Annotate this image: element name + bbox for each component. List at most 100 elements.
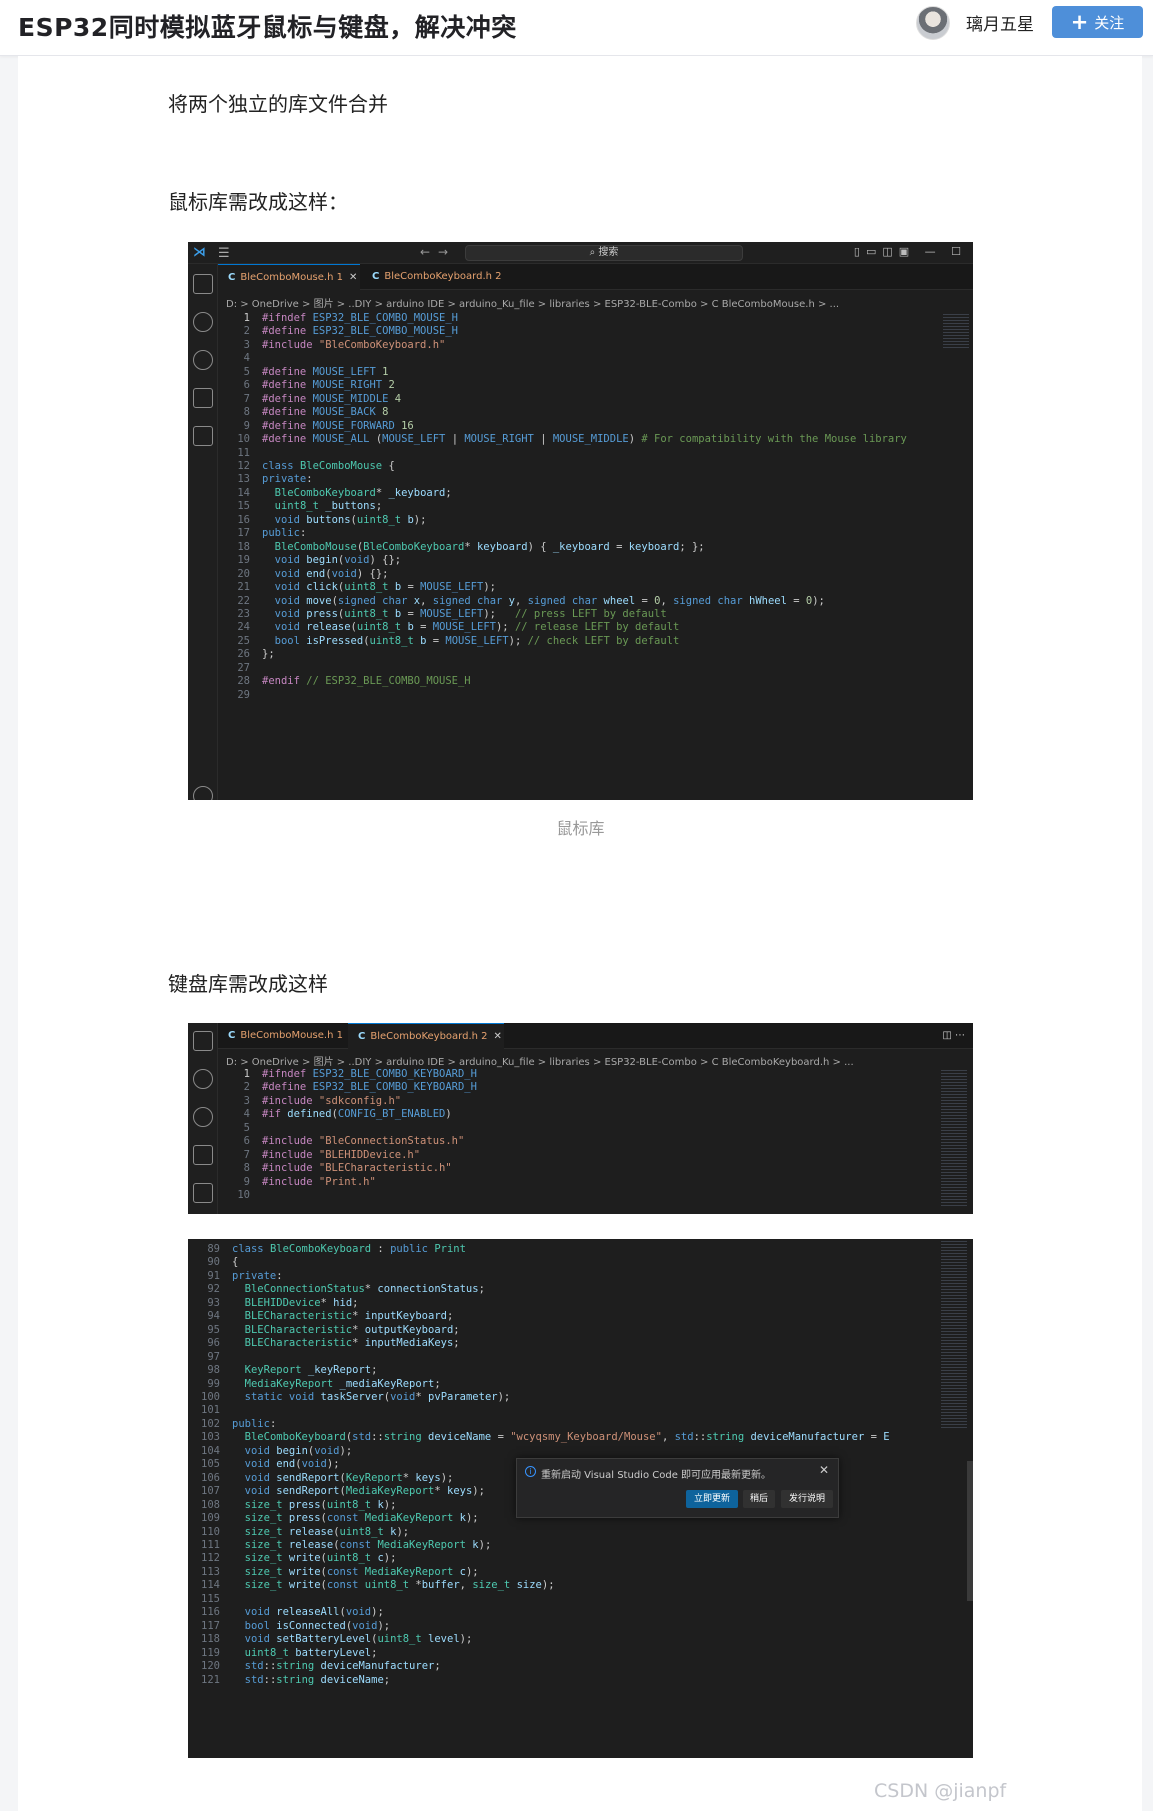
code-line[interactable]: 26}; (218, 648, 973, 661)
code-line[interactable]: 114 size_t write(const uint8_t *buffer, … (188, 1579, 973, 1592)
code-line[interactable]: 18 BleComboMouse(BleComboKeyboard* keybo… (218, 541, 973, 554)
code-line[interactable]: 99 MediaKeyReport _mediaKeyReport; (188, 1378, 973, 1391)
code-line[interactable]: 15 uint8_t _buttons; (218, 500, 973, 513)
scrollbar[interactable] (967, 1461, 973, 1601)
code-line[interactable]: 28 #endif // ESP32_BLE_COMBO_MOUSE_H (218, 675, 973, 688)
code-line[interactable]: 1 #ifndef ESP32_BLE_COMBO_MOUSE_H (218, 312, 973, 325)
code-line[interactable]: 113 size_t write(const MediaKeyReport c)… (188, 1566, 973, 1579)
code-line[interactable]: 16 void buttons(uint8_t b); (218, 514, 973, 527)
command-search-input[interactable]: ⌕ 搜索 (465, 245, 743, 261)
code-line[interactable]: 102 public: (188, 1418, 973, 1431)
nav-arrows-icon[interactable]: ←→ (420, 245, 456, 259)
update-now-button[interactable]: 立即更新 (686, 1490, 738, 1508)
code-line[interactable]: 97 (188, 1351, 973, 1364)
code-line[interactable]: 22 void move(signed char x, signed char … (218, 595, 973, 608)
code-line[interactable]: 7 #include "BLEHIDDevice.h" (218, 1149, 973, 1162)
author-name[interactable]: 璃月五星 (966, 10, 1034, 35)
release-notes-button[interactable]: 发行说明 (781, 1490, 833, 1508)
breadcrumb[interactable]: D: > OneDrive > 图片 > ..DIY > arduino IDE… (226, 295, 839, 310)
code-line[interactable]: 104 void begin(void); (188, 1445, 973, 1458)
author-avatar[interactable] (916, 6, 950, 40)
code-line[interactable]: 27 (218, 662, 973, 675)
window-controls-icon[interactable]: ▯▭◫▣ — ☐ (854, 245, 967, 258)
code-line[interactable]: 13 private: (218, 473, 973, 486)
code-line[interactable]: 8 #include "BLECharacteristic.h" (218, 1162, 973, 1175)
close-icon[interactable]: ✕ (819, 1463, 829, 1477)
code-line[interactable]: 19 void begin(void) {}; (218, 554, 973, 567)
source-control-icon[interactable] (193, 350, 213, 370)
code-line[interactable]: 5 (218, 1122, 973, 1135)
code-line[interactable]: 6 #include "BleConnectionStatus.h" (218, 1135, 973, 1148)
code-line[interactable]: 14 BleComboKeyboard* _keyboard; (218, 487, 973, 500)
code-line[interactable]: 119 uint8_t batteryLevel; (188, 1647, 973, 1660)
code-line[interactable]: 98 KeyReport _keyReport; (188, 1364, 973, 1377)
later-button[interactable]: 稍后 (743, 1490, 775, 1508)
code-line[interactable]: 92 BleConnectionStatus* connectionStatus… (188, 1283, 973, 1296)
code-line[interactable]: 115 (188, 1593, 973, 1606)
run-debug-icon[interactable] (193, 1145, 213, 1165)
code-line[interactable]: 91 private: (188, 1270, 973, 1283)
code-line[interactable]: 11 (218, 447, 973, 460)
breadcrumb[interactable]: D: > OneDrive > 图片 > ..DIY > arduino IDE… (226, 1053, 854, 1068)
tab-ble-combo-keyboard[interactable]: C BleComboKeyboard.h 2 ✕ (348, 1023, 504, 1049)
code-line[interactable]: 95 BLECharacteristic* outputKeyboard; (188, 1324, 973, 1337)
minimap[interactable] (941, 1239, 967, 1429)
code-line[interactable]: 89 class BleComboKeyboard : public Print (188, 1243, 973, 1256)
code-line[interactable]: 23 void press(uint8_t b = MOUSE_LEFT); /… (218, 608, 973, 621)
minimap[interactable] (943, 312, 969, 350)
code-line[interactable]: 25 bool isPressed(uint8_t b = MOUSE_LEFT… (218, 635, 973, 648)
code-line[interactable]: 3 #include "sdkconfig.h" (218, 1095, 973, 1108)
code-line[interactable]: 110 size_t release(uint8_t k); (188, 1526, 973, 1539)
code-line[interactable]: 5 #define MOUSE_LEFT 1 (218, 366, 973, 379)
code-line[interactable]: 29 (218, 689, 973, 702)
code-line[interactable]: 118 void setBatteryLevel(uint8_t level); (188, 1633, 973, 1646)
tab-ble-combo-mouse[interactable]: C BleComboMouse.h 1 ✕ (218, 264, 360, 290)
code-line[interactable]: 12 class BleComboMouse { (218, 460, 973, 473)
minimap[interactable] (941, 1068, 967, 1208)
tab-ble-combo-mouse[interactable]: C BleComboMouse.h 1 (218, 1023, 346, 1049)
code-line[interactable]: 1 #ifndef ESP32_BLE_COMBO_KEYBOARD_H (218, 1068, 973, 1081)
run-debug-icon[interactable] (193, 388, 213, 408)
code-line[interactable]: 2 #define ESP32_BLE_COMBO_KEYBOARD_H (218, 1081, 973, 1094)
code-line[interactable]: 2 #define ESP32_BLE_COMBO_MOUSE_H (218, 325, 973, 338)
code-line[interactable]: 8 #define MOUSE_BACK 8 (218, 406, 973, 419)
code-line[interactable]: 17 public: (218, 527, 973, 540)
code-line[interactable]: 24 void release(uint8_t b = MOUSE_LEFT);… (218, 621, 973, 634)
code-line[interactable]: 4 #if defined(CONFIG_BT_ENABLED) (218, 1108, 973, 1121)
close-icon[interactable]: ✕ (349, 272, 357, 283)
account-icon[interactable] (193, 786, 213, 800)
code-line[interactable]: 121 std::string deviceName; (188, 1674, 973, 1687)
source-control-icon[interactable] (193, 1107, 213, 1127)
search-icon[interactable] (193, 312, 213, 332)
code-line[interactable]: 9 #define MOUSE_FORWARD 16 (218, 420, 973, 433)
search-icon[interactable] (193, 1069, 213, 1089)
code-line[interactable]: 21 void click(uint8_t b = MOUSE_LEFT); (218, 581, 973, 594)
code-line[interactable]: 3 #include "BleComboKeyboard.h" (218, 339, 973, 352)
code-line[interactable]: 93 BLEHIDDevice* hid; (188, 1297, 973, 1310)
code-line[interactable]: 120 std::string deviceManufacturer; (188, 1660, 973, 1673)
code-line[interactable]: 101 (188, 1404, 973, 1417)
menu-icon[interactable]: ☰ (218, 246, 230, 261)
code-line[interactable]: 10 #define MOUSE_ALL (MOUSE_LEFT | MOUSE_… (218, 433, 973, 446)
code-line[interactable]: 90 { (188, 1256, 973, 1269)
tab-ble-combo-keyboard[interactable]: C BleComboKeyboard.h 2 (362, 264, 522, 290)
code-line[interactable]: 9 #include "Print.h" (218, 1176, 973, 1189)
close-icon[interactable]: ✕ (494, 1031, 502, 1042)
code-line[interactable]: 94 BLECharacteristic* inputKeyboard; (188, 1310, 973, 1323)
code-line[interactable]: 117 bool isConnected(void); (188, 1620, 973, 1633)
code-editor[interactable]: 1 #ifndef ESP32_BLE_COMBO_MOUSE_H 2 #define… (218, 312, 973, 702)
explorer-icon[interactable] (193, 1031, 213, 1051)
code-line[interactable]: 6 #define MOUSE_RIGHT 2 (218, 379, 973, 392)
extensions-icon[interactable] (193, 426, 213, 446)
code-line[interactable]: 111 size_t release(const MediaKeyReport … (188, 1539, 973, 1552)
code-line[interactable]: 20 void end(void) {}; (218, 568, 973, 581)
code-line[interactable]: 103 BleComboKeyboard(std::string deviceN… (188, 1431, 973, 1444)
code-line[interactable]: 96 BLECharacteristic* inputMediaKeys; (188, 1337, 973, 1350)
code-line[interactable]: 7 #define MOUSE_MIDDLE 4 (218, 393, 973, 406)
follow-button[interactable]: + 关注 (1052, 6, 1143, 38)
code-editor[interactable]: 1 #ifndef ESP32_BLE_COMBO_KEYBOARD_H 2 #def… (218, 1068, 973, 1203)
code-line[interactable]: 116 void releaseAll(void); (188, 1606, 973, 1619)
code-line[interactable]: 112 size_t write(uint8_t c); (188, 1552, 973, 1565)
split-editor-icon[interactable]: ◫ ⋯ (932, 1023, 965, 1049)
code-line[interactable]: 10 (218, 1189, 973, 1202)
